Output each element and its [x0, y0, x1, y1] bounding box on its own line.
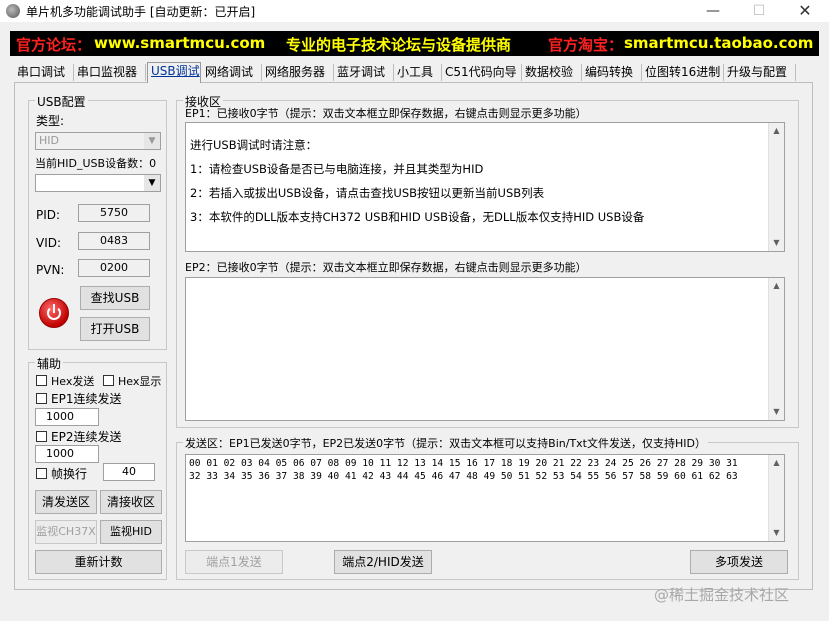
ep1-scrollbar[interactable]: ▲ ▼ — [768, 123, 784, 251]
open-usb-button[interactable]: 打开USB — [80, 317, 150, 341]
device-select[interactable]: ▼ — [35, 174, 161, 192]
maximize-button[interactable]: ☐ — [736, 0, 782, 22]
ep2-hid-send-button[interactable]: 端点2/HID发送 — [334, 550, 432, 574]
hex-line: 32 33 34 35 36 37 38 39 40 41 42 43 44 4… — [189, 471, 738, 482]
scroll-down-icon[interactable]: ▼ — [769, 404, 784, 420]
ep1-continuous-checkbox[interactable] — [36, 393, 47, 404]
hex-show-checkbox[interactable] — [103, 375, 114, 386]
note-line: 1：请检查USB设备是否已与电脑连接，并且其类型为HID — [190, 162, 484, 176]
ep2-continuous-label: EP2连续发送 — [51, 430, 122, 444]
frame-wrap-label: 帧换行 — [51, 467, 88, 481]
find-usb-button[interactable]: 查找USB — [80, 286, 150, 310]
send-scrollbar[interactable]: ▲ ▼ — [768, 455, 784, 541]
scroll-down-icon[interactable]: ▼ — [769, 525, 784, 541]
ep1-interval-input[interactable]: 1000 — [35, 408, 99, 426]
ep1-recv-label: EP1：已接收0字节（提示：双击文本框立即保存数据，右键点击则显示更多功能） — [185, 107, 587, 120]
tab-network-debug[interactable]: 网络调试 — [202, 64, 262, 81]
ep2-recv-label: EP2：已接收0字节（提示：双击文本框立即保存数据，右键点击则显示更多功能） — [185, 261, 587, 274]
type-select[interactable]: HID ▼ — [35, 132, 161, 150]
monitor-ch37x-button[interactable]: 监视CH37X — [35, 520, 97, 544]
frame-wrap-input[interactable]: 40 — [103, 463, 155, 481]
forum-url[interactable]: www.smartmcu.com — [94, 34, 265, 52]
aux-title: 辅助 — [35, 355, 64, 372]
note-line: 3：本软件的DLL版本支持CH372 USB和HID USB设备，无DLL版本仅… — [190, 210, 645, 224]
tab-c51-wizard[interactable]: C51代码向导 — [442, 64, 522, 81]
ep2-recv-textarea[interactable]: ▲ ▼ — [185, 277, 785, 421]
send-textarea[interactable]: 00 01 02 03 04 05 06 07 08 09 10 11 12 1… — [185, 454, 785, 542]
scroll-up-icon[interactable]: ▲ — [769, 123, 784, 139]
hex-send-label: Hex发送 — [51, 375, 95, 388]
tab-data-check[interactable]: 数据校验 — [522, 64, 582, 81]
window-title: 单片机多功能调试助手 [自动更新：已开启] — [26, 5, 256, 19]
send-title: 发送区：EP1已发送0字节，EP2已发送0字节（提示：双击文本框可以支持Bin/… — [183, 435, 708, 451]
shop-label: 官方淘宝： — [548, 36, 624, 54]
ep1-send-button[interactable]: 端点1发送 — [185, 550, 283, 574]
hex-send-checkbox[interactable] — [36, 375, 47, 386]
note-line: 2：若插入或拔出USB设备，请点击查找USB按钮以更新当前USB列表 — [190, 186, 545, 200]
type-label: 类型: — [36, 114, 65, 128]
frame-wrap-checkbox[interactable] — [36, 468, 47, 479]
watermark: @稀土掘金技术社区 — [654, 586, 790, 604]
ad-banner[interactable]: 官方论坛： www.smartmcu.com 专业的电子技术论坛与设备提供商 官… — [10, 31, 819, 56]
type-value: HID — [39, 134, 59, 147]
clear-recv-button[interactable]: 清接收区 — [100, 490, 162, 514]
chevron-down-icon: ▼ — [144, 175, 160, 191]
tab-bluetooth-debug[interactable]: 蓝牙调试 — [334, 64, 394, 81]
ep2-interval-input[interactable]: 1000 — [35, 445, 99, 463]
usb-config-title: USB配置 — [35, 93, 88, 110]
vid-label: VID: — [36, 236, 62, 250]
note-line: 进行USB调试时请注意： — [190, 138, 318, 152]
ep1-continuous-label: EP1连续发送 — [51, 392, 122, 406]
vid-field[interactable]: 0483 — [78, 232, 150, 250]
tab-upgrade-config[interactable]: 升级与配置 — [724, 64, 796, 81]
tab-tools[interactable]: 小工具 — [394, 64, 442, 81]
shop-url[interactable]: smartmcu.taobao.com — [624, 34, 813, 52]
pvn-field[interactable]: 0200 — [78, 259, 150, 277]
tab-usb-debug[interactable]: USB调试 — [147, 62, 201, 83]
reset-count-button[interactable]: 重新计数 — [35, 550, 162, 574]
tab-serial-monitor[interactable]: 串口监视器 — [74, 64, 146, 81]
multi-send-button[interactable]: 多项发送 — [690, 550, 788, 574]
tab-bitmap-hex[interactable]: 位图转16进制 — [642, 64, 724, 81]
tab-serial-debug[interactable]: 串口调试 — [14, 64, 74, 81]
scroll-up-icon[interactable]: ▲ — [769, 455, 784, 471]
forum-label: 官方论坛： — [16, 36, 92, 54]
main-window: 单片机多功能调试助手 [自动更新：已开启] — ☐ ✕ 官方论坛： www.sm… — [0, 0, 829, 621]
clear-send-button[interactable]: 清发送区 — [35, 490, 97, 514]
ep2-continuous-checkbox[interactable] — [36, 431, 47, 442]
slogan: 专业的电子技术论坛与设备提供商 — [286, 36, 512, 54]
chevron-down-icon: ▼ — [144, 133, 160, 149]
close-button[interactable]: ✕ — [782, 0, 828, 22]
power-icon[interactable] — [39, 298, 69, 328]
monitor-hid-button[interactable]: 监视HID — [100, 520, 162, 544]
pvn-label: PVN: — [36, 263, 65, 277]
title-bar: 单片机多功能调试助手 [自动更新：已开启] — ☐ ✕ — [0, 0, 829, 22]
tab-encoding[interactable]: 编码转换 — [582, 64, 642, 81]
pid-field[interactable]: 5750 — [78, 204, 150, 222]
ep1-recv-textarea[interactable]: 进行USB调试时请注意： 1：请检查USB设备是否已与电脑连接，并且其类型为HI… — [185, 122, 785, 252]
app-icon — [6, 4, 20, 18]
tab-network-server[interactable]: 网络服务器 — [262, 64, 334, 81]
scroll-up-icon[interactable]: ▲ — [769, 278, 784, 294]
pid-label: PID: — [36, 208, 61, 222]
hex-line: 00 01 02 03 04 05 06 07 08 09 10 11 12 1… — [189, 458, 738, 469]
ep2-scrollbar[interactable]: ▲ ▼ — [768, 278, 784, 420]
hex-show-label: Hex显示 — [118, 375, 162, 388]
device-count-label: 当前HID_USB设备数：0 — [35, 157, 157, 170]
scroll-down-icon[interactable]: ▼ — [769, 235, 784, 251]
minimize-button[interactable]: — — [690, 0, 736, 22]
